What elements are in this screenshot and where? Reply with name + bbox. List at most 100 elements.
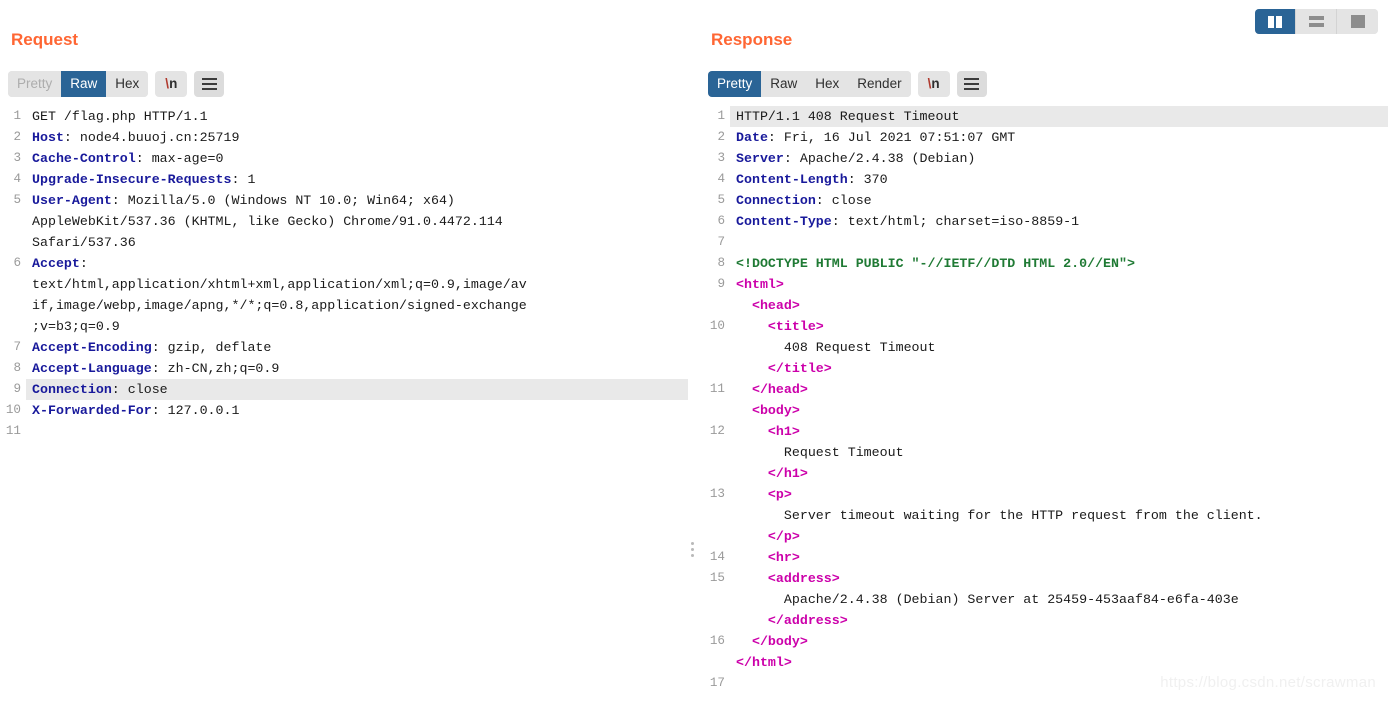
hamburger-icon-bar bbox=[201, 83, 217, 85]
view-mode-switcher[interactable] bbox=[1255, 9, 1378, 34]
code-line[interactable]: HTTP/1.1 408 Request Timeout bbox=[730, 106, 1388, 127]
pane-divider[interactable] bbox=[688, 0, 700, 703]
code-line[interactable]: Cache-Control: max-age=0 bbox=[26, 148, 688, 169]
code-token: : Mozilla/5.0 (Windows NT 10.0; Win64; x… bbox=[111, 193, 455, 208]
code-line[interactable]: GET /flag.php HTTP/1.1 bbox=[26, 106, 688, 127]
code-token: Cache-Control bbox=[32, 151, 136, 166]
tab-response-raw[interactable]: Raw bbox=[761, 71, 807, 97]
code-line[interactable]: </head> bbox=[730, 379, 1388, 400]
code-token: : Fri, 16 Jul 2021 07:51:07 GMT bbox=[767, 130, 1016, 145]
code-line[interactable]: Server: Apache/2.4.38 (Debian) bbox=[730, 148, 1388, 169]
tab-response-pretty[interactable]: Pretty bbox=[708, 71, 762, 97]
tab-request-pretty[interactable]: Pretty bbox=[8, 71, 62, 97]
code-token: Request Timeout bbox=[736, 445, 904, 460]
tab-request-hex[interactable]: Hex bbox=[106, 71, 149, 97]
code-line[interactable]: </h1> bbox=[730, 463, 1388, 484]
request-format-tabs[interactable]: Pretty Raw Hex bbox=[8, 71, 149, 97]
code-line[interactable]: text/html,application/xhtml+xml,applicat… bbox=[26, 274, 688, 295]
response-format-tabs[interactable]: Pretty Raw Hex Render bbox=[708, 71, 911, 97]
code-line[interactable]: Server timeout waiting for the HTTP requ… bbox=[730, 505, 1388, 526]
code-token: </title> bbox=[736, 361, 832, 376]
code-token: <address> bbox=[736, 571, 840, 586]
split-vertical-icon bbox=[1268, 15, 1282, 28]
code-token: Content-Type bbox=[736, 214, 832, 229]
code-token: <h1> bbox=[736, 424, 800, 439]
line-number: 7 bbox=[717, 235, 725, 249]
line-number: 5 bbox=[13, 193, 21, 207]
single-pane-button[interactable] bbox=[1337, 9, 1378, 34]
code-token: ;v=b3;q=0.9 bbox=[32, 319, 120, 334]
code-token: </address> bbox=[736, 613, 848, 628]
code-line[interactable]: <html> bbox=[730, 274, 1388, 295]
line-number: 4 bbox=[717, 172, 725, 186]
code-line[interactable]: </p> bbox=[730, 526, 1388, 547]
code-token: Accept bbox=[32, 256, 80, 271]
request-menu-button[interactable] bbox=[194, 71, 225, 97]
code-line[interactable]: if,image/webp,image/apng,*/*;q=0.8,appli… bbox=[26, 295, 688, 316]
code-line[interactable]: <hr> bbox=[730, 547, 1388, 568]
code-line[interactable]: </body> bbox=[730, 631, 1388, 652]
code-line[interactable] bbox=[26, 421, 688, 442]
tab-response-render[interactable]: Render bbox=[848, 71, 911, 97]
line-number: 11 bbox=[5, 424, 21, 438]
code-line[interactable]: Upgrade-Insecure-Requests: 1 bbox=[26, 169, 688, 190]
pane-divider-grip-icon[interactable] bbox=[691, 542, 694, 557]
tab-request-raw[interactable]: Raw bbox=[61, 71, 107, 97]
code-line[interactable]: Safari/537.36 bbox=[26, 232, 688, 253]
code-line[interactable]: Connection: close bbox=[26, 379, 688, 400]
code-line[interactable]: <address> bbox=[730, 568, 1388, 589]
code-token: HTTP/1.1 408 Request Timeout bbox=[736, 109, 960, 124]
request-editor[interactable]: 1 2 3 4 5 6 7 8 9 10 11 GET /flag.php HTTP/1.1 Host… bbox=[0, 106, 688, 703]
code-line[interactable]: Accept-Language: zh-CN,zh;q=0.9 bbox=[26, 358, 688, 379]
line-number: 7 bbox=[13, 340, 21, 354]
code-line[interactable]: Date: Fri, 16 Jul 2021 07:51:07 GMT bbox=[730, 127, 1388, 148]
code-token: : zh-CN,zh;q=0.9 bbox=[151, 361, 280, 376]
code-token: <title> bbox=[736, 319, 824, 334]
response-editor[interactable]: 1 2 3 4 5 6 7 8 9 10 11 12 13 14 15 16 17 HTTP/1.1 408 R… bbox=[700, 106, 1388, 703]
code-token: </body> bbox=[736, 634, 808, 649]
code-line[interactable]: <body> bbox=[730, 400, 1388, 421]
code-token: Accept-Encoding bbox=[32, 340, 152, 355]
code-line[interactable]: </html> bbox=[730, 652, 1388, 673]
split-vertical-button[interactable] bbox=[1255, 9, 1296, 34]
code-line[interactable]: Content-Type: text/html; charset=iso-885… bbox=[730, 211, 1388, 232]
split-horizontal-button[interactable] bbox=[1296, 9, 1337, 34]
code-line[interactable]: Connection: close bbox=[730, 190, 1388, 211]
code-token: </head> bbox=[736, 382, 808, 397]
code-line[interactable]: ;v=b3;q=0.9 bbox=[26, 316, 688, 337]
code-line[interactable]: 408 Request Timeout bbox=[730, 337, 1388, 358]
code-line[interactable]: Host: node4.buuoj.cn:25719 bbox=[26, 127, 688, 148]
request-newline-toggle[interactable]: \n bbox=[155, 71, 188, 97]
code-line[interactable]: </address> bbox=[730, 610, 1388, 631]
code-token: : close bbox=[815, 193, 872, 208]
hamburger-icon-bar bbox=[964, 88, 980, 90]
code-line[interactable]: Request Timeout bbox=[730, 442, 1388, 463]
code-line[interactable]: Content-Length: 370 bbox=[730, 169, 1388, 190]
line-number: 10 bbox=[709, 319, 725, 333]
code-line[interactable]: X-Forwarded-For: 127.0.0.1 bbox=[26, 400, 688, 421]
line-number: 6 bbox=[13, 256, 21, 270]
code-line[interactable]: AppleWebKit/537.36 (KHTML, like Gecko) C… bbox=[26, 211, 688, 232]
response-newline-toggle[interactable]: \n bbox=[917, 71, 950, 97]
code-line[interactable]: Accept-Encoding: gzip, deflate bbox=[26, 337, 688, 358]
line-number: 9 bbox=[717, 277, 725, 291]
code-token: Safari/537.36 bbox=[32, 235, 136, 250]
line-number: 10 bbox=[5, 403, 21, 417]
hamburger-icon-bar bbox=[964, 78, 980, 80]
code-line[interactable]: <h1> bbox=[730, 421, 1388, 442]
code-line[interactable] bbox=[730, 232, 1388, 253]
code-token: GET /flag.php HTTP/1.1 bbox=[32, 109, 208, 124]
code-line[interactable]: Accept: bbox=[26, 253, 688, 274]
code-line[interactable]: <title> bbox=[730, 316, 1388, 337]
code-line[interactable]: <head> bbox=[730, 295, 1388, 316]
code-line[interactable]: </title> bbox=[730, 358, 1388, 379]
tab-response-hex[interactable]: Hex bbox=[806, 71, 849, 97]
code-line[interactable]: User-Agent: Mozilla/5.0 (Windows NT 10.0… bbox=[26, 190, 688, 211]
response-menu-button[interactable] bbox=[956, 71, 987, 97]
code-line[interactable]: <p> bbox=[730, 484, 1388, 505]
code-line[interactable]: <!DOCTYPE HTML PUBLIC "-//IETF//DTD HTML… bbox=[730, 253, 1388, 274]
code-token: <body> bbox=[736, 403, 800, 418]
request-response-panes: Request Pretty Raw Hex \n 1 2 3 4 5 6 7 8 9 10 11 … bbox=[0, 0, 1388, 703]
code-line[interactable]: Apache/2.4.38 (Debian) Server at 25459-4… bbox=[730, 589, 1388, 610]
watermark: https://blog.csdn.net/scrawman bbox=[1160, 674, 1376, 691]
